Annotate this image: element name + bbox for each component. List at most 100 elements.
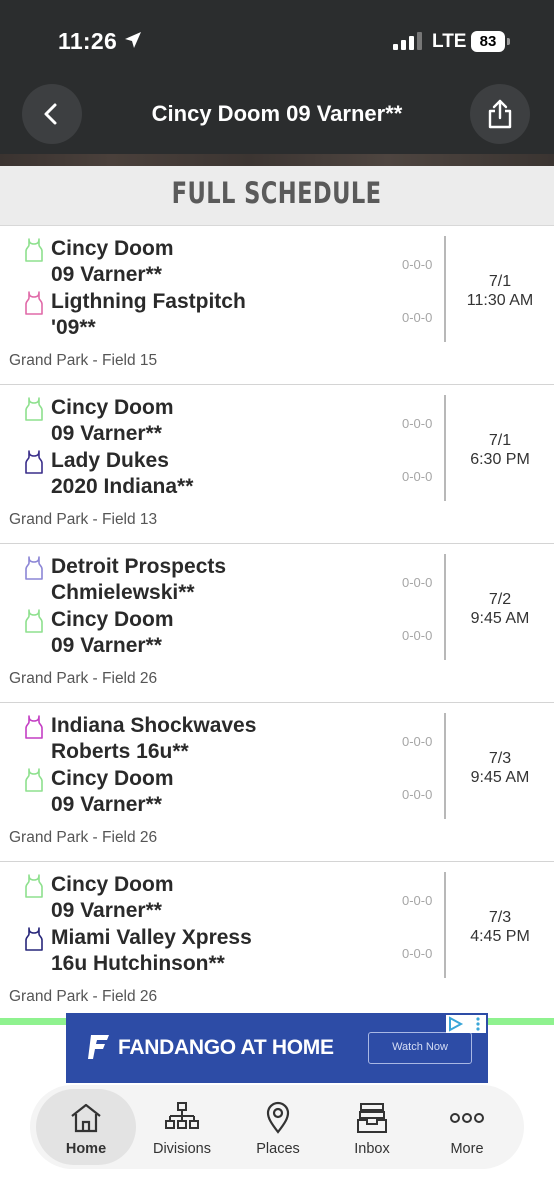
tab-divisions[interactable]: Divisions (134, 1089, 230, 1165)
battery-cap (507, 38, 510, 45)
tab-home[interactable]: Home (36, 1089, 136, 1165)
jersey-icon (25, 609, 43, 633)
team-2[interactable]: Cincy Doom 09 Varner** (24, 607, 384, 659)
jersey-icon (25, 556, 43, 580)
share-icon (488, 99, 512, 129)
game-card[interactable]: Cincy Doom 09 Varner** Miami Valley Xpre… (0, 862, 554, 1021)
card-divider (444, 236, 446, 342)
card-divider (444, 872, 446, 978)
tab-label-more: More (450, 1141, 484, 1157)
tab-places[interactable]: Places (230, 1089, 326, 1165)
game-date: 7/3 (488, 750, 512, 767)
schedule-title: FULL SCHEDULE (172, 176, 382, 210)
share-button[interactable] (470, 84, 530, 144)
tab-label-places: Places (256, 1141, 300, 1157)
network-type: LTE (432, 31, 467, 52)
game-card[interactable]: Detroit Prospects Chmielewski** Cincy Do… (0, 544, 554, 703)
ad-choices-icon[interactable] (446, 1015, 486, 1033)
team-1[interactable]: Cincy Doom 09 Varner** (24, 236, 384, 288)
team-2[interactable]: Lady Dukes 2020 Indiana** (24, 448, 384, 500)
game-date: 7/1 (488, 273, 512, 290)
game-time: 4:45 PM (470, 928, 530, 945)
games-list: Cincy Doom 09 Varner** Ligthning Fastpit… (0, 226, 554, 1021)
back-button[interactable] (22, 84, 82, 144)
team-name-line-2: 09 Varner** (51, 899, 162, 922)
ad-watch-now-button[interactable]: Watch Now (368, 1032, 472, 1064)
game-date: 7/3 (488, 909, 512, 926)
ad-banner[interactable]: FANDANGO AT HOME Watch Now (66, 1013, 488, 1083)
page-title: Cincy Doom 09 Varner** (151, 101, 403, 126)
jersey-icon (25, 397, 43, 421)
team-name-line-1: Miami Valley Xpress (51, 926, 252, 949)
team-name-line-2: 09 Varner** (51, 263, 162, 286)
game-datetime: 7/3 4:45 PM (448, 908, 552, 946)
location-pin-icon (266, 1101, 290, 1134)
chevron-left-icon (44, 103, 57, 125)
team-1[interactable]: Indiana Shockwaves Roberts 16u** (24, 713, 384, 765)
game-venue: Grand Park - Field 15 (9, 352, 158, 369)
team-1[interactable]: Cincy Doom 09 Varner** (24, 395, 384, 447)
jersey-icon (25, 238, 43, 262)
team-name: Cincy Doom 09 Varner** (51, 236, 381, 288)
schedule-header: FULL SCHEDULE (0, 166, 554, 226)
top-bar: 11:26 LTE 83 Cincy Doom 09 Varner** (0, 0, 554, 160)
game-card[interactable]: Indiana Shockwaves Roberts 16u** Cincy D… (0, 703, 554, 862)
tab-more[interactable]: More (419, 1089, 515, 1165)
game-time: 9:45 AM (470, 769, 530, 786)
card-divider (444, 395, 446, 501)
jersey-icon (25, 874, 43, 898)
team-2-record: 0-0-0 (402, 628, 433, 643)
game-card[interactable]: Cincy Doom 09 Varner** Ligthning Fastpit… (0, 226, 554, 385)
status-bar: 11:26 LTE 83 (0, 0, 554, 84)
fandango-logo-icon (88, 1035, 109, 1059)
inbox-tray-icon (357, 1103, 387, 1133)
game-date: 7/1 (488, 432, 512, 449)
game-datetime: 7/1 6:30 PM (448, 431, 552, 469)
jersey-icon (25, 715, 43, 739)
team-2-record: 0-0-0 (402, 310, 433, 325)
battery-level: 83 (471, 31, 505, 52)
team-name-line-2: Roberts 16u** (51, 740, 189, 763)
team-1[interactable]: Detroit Prospects Chmielewski** (24, 554, 384, 606)
team-1-record: 0-0-0 (402, 734, 433, 749)
nav-bar: Cincy Doom 09 Varner** (0, 84, 554, 148)
jersey-icon (25, 450, 43, 474)
game-datetime: 7/1 11:30 AM (448, 272, 552, 310)
game-venue: Grand Park - Field 26 (9, 829, 158, 846)
game-datetime: 7/2 9:45 AM (448, 590, 552, 628)
team-name-line-2: 09 Varner** (51, 634, 162, 657)
game-date: 7/2 (488, 591, 512, 608)
team-name-line-2: 16u Hutchinson** (51, 952, 225, 975)
team-name-line-2: 2020 Indiana** (51, 475, 194, 498)
team-name: Detroit Prospects Chmielewski** (51, 554, 381, 606)
team-2[interactable]: Cincy Doom 09 Varner** (24, 766, 384, 818)
game-card[interactable]: Cincy Doom 09 Varner** Lady Dukes 2020 I… (0, 385, 554, 544)
ad-brand: FANDANGO AT HOME (118, 1036, 334, 1059)
team-1-record: 0-0-0 (402, 575, 433, 590)
team-name: Indiana Shockwaves Roberts 16u** (51, 713, 381, 765)
tab-inbox[interactable]: Inbox (324, 1089, 420, 1165)
game-time: 11:30 AM (466, 292, 534, 309)
team-name-line-1: Lady Dukes (51, 449, 169, 472)
team-name-line-1: Detroit Prospects (51, 555, 227, 578)
jersey-icon (25, 291, 43, 315)
team-name: Miami Valley Xpress 16u Hutchinson** (51, 925, 381, 977)
team-2-record: 0-0-0 (402, 469, 433, 484)
team-name-line-2: Chmielewski** (51, 581, 195, 604)
team-name-line-1: Cincy Doom (51, 237, 174, 260)
team-name-line-1: Cincy Doom (51, 767, 174, 790)
team-1-record: 0-0-0 (402, 257, 433, 272)
card-divider (444, 713, 446, 819)
bottom-tab-bar: Home Divisions Places Inbox More (30, 1085, 524, 1169)
header-banner-strip (0, 154, 554, 166)
team-2[interactable]: Ligthning Fastpitch '09** (24, 289, 384, 341)
team-name: Cincy Doom 09 Varner** (51, 872, 381, 924)
team-2[interactable]: Miami Valley Xpress 16u Hutchinson** (24, 925, 384, 977)
team-name-line-2: 09 Varner** (51, 422, 162, 445)
team-1[interactable]: Cincy Doom 09 Varner** (24, 872, 384, 924)
more-dots-icon (450, 1113, 484, 1123)
team-name-line-1: Ligthning Fastpitch (51, 290, 246, 313)
team-name-line-1: Indiana Shockwaves (51, 714, 257, 737)
team-name: Lady Dukes 2020 Indiana** (51, 448, 381, 500)
game-time: 6:30 PM (470, 451, 530, 468)
